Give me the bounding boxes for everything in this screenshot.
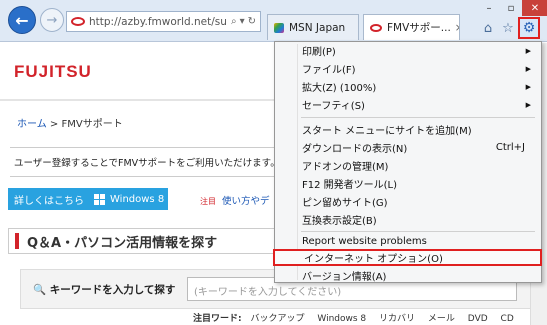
restore-button[interactable]: ▫ — [500, 0, 522, 16]
home-icon[interactable]: ⌂ — [480, 20, 496, 36]
submenu-arrow-icon: ▶ — [525, 46, 531, 55]
registration-notice: ユーザー登録することでFMVサポートをご利用いただけます。今 — [10, 147, 290, 177]
search-icon: 🔍 — [33, 284, 47, 296]
menu-item-pinned-sites[interactable]: ピン留めサイト(G) — [275, 193, 541, 210]
menu-item-internet-options[interactable]: インターネット オプション(O) — [273, 249, 542, 266]
keyword-link[interactable]: メール — [428, 314, 455, 324]
submenu-arrow-icon: ▶ — [525, 64, 531, 73]
close-window-button[interactable]: ✕ — [522, 0, 547, 16]
keyword-link[interactable]: リカバリ — [379, 314, 415, 324]
menu-separator — [301, 231, 535, 232]
back-arrow-icon: ← — [15, 10, 29, 30]
tip-link[interactable]: 注目 使い方やデ — [200, 193, 270, 207]
menu-item-compat-view[interactable]: 互換表示設定(B) — [275, 211, 541, 228]
submenu-arrow-icon: ▶ — [525, 82, 531, 91]
minimize-button[interactable]: – — [478, 0, 500, 16]
breadcrumb-current: FMVサポート — [61, 119, 123, 130]
fujitsu-logo[interactable]: FUJITSU — [14, 62, 92, 82]
banner-product: Windows 8 — [110, 193, 165, 205]
heading-accent — [15, 233, 19, 249]
site-icon — [71, 17, 85, 26]
address-bar[interactable]: http://azby.fmworld.net/sup ⌕ ▾ ↻ — [66, 11, 261, 32]
keyword-link[interactable]: バックアップ — [250, 314, 304, 324]
breadcrumb: ホーム > FMVサポート — [17, 115, 123, 130]
menu-item-file[interactable]: ファイル(F) ▶ — [275, 60, 541, 77]
forward-button[interactable]: → — [40, 8, 64, 32]
menu-item-print[interactable]: 印刷(P) ▶ — [275, 42, 541, 59]
breadcrumb-home-link[interactable]: ホーム — [17, 119, 47, 130]
window-controls: – ▫ ✕ — [478, 0, 547, 16]
keywords-label: 注目ワード: — [193, 314, 242, 324]
breadcrumb-separator: > — [49, 119, 59, 130]
keyword-link[interactable]: DVD — [468, 314, 488, 324]
search-label: 🔍 キーワードを入力して探す — [33, 284, 176, 296]
windows-logo-icon — [94, 193, 105, 205]
gear-icon[interactable]: ⚙ — [518, 17, 540, 39]
dropdown-icon[interactable]: ▾ — [240, 16, 245, 27]
site-icon — [370, 23, 382, 32]
menu-item-view-downloads[interactable]: ダウンロードの表示(N) Ctrl+J — [275, 139, 541, 156]
menu-separator — [301, 117, 535, 118]
menu-item-about[interactable]: バージョン情報(A) — [275, 267, 541, 284]
banner-label: 詳しくはこちら — [14, 195, 84, 207]
browser-toolbar: ← → http://azby.fmworld.net/sup ⌕ ▾ ↻ MS… — [0, 0, 547, 42]
tab-fmv-support[interactable]: FMVサポー... × — [363, 14, 460, 40]
menu-item-zoom[interactable]: 拡大(Z) (100%) ▶ — [275, 78, 541, 95]
submenu-arrow-icon: ▶ — [525, 100, 531, 109]
tip-tag: 注目 — [200, 197, 216, 206]
shortcut-label: Ctrl+J — [495, 142, 525, 153]
tools-menu: 印刷(P) ▶ ファイル(F) ▶ 拡大(Z) (100%) ▶ セーフティ(S) ▶ … — [273, 41, 542, 284]
msn-icon — [274, 22, 284, 33]
keyword-link[interactable]: CD — [501, 314, 514, 324]
tab-label: MSN Japan — [289, 21, 346, 34]
search-icon[interactable]: ⌕ — [231, 16, 237, 27]
back-button[interactable]: ← — [8, 6, 36, 34]
forward-arrow-icon: → — [46, 12, 58, 28]
favorites-star-icon[interactable]: ☆ — [500, 20, 516, 36]
tab-msn[interactable]: MSN Japan — [267, 14, 359, 40]
featured-keywords: 注目ワード: バックアップ Windows 8 リカバリ メール DVD CD — [193, 311, 524, 324]
menu-item-manage-addons[interactable]: アドオンの管理(M) — [275, 157, 541, 174]
qa-title: Q＆A・パソコン活用情報を探す — [27, 235, 218, 251]
menu-item-dev-tools[interactable]: F12 開発者ツール(L) — [275, 175, 541, 192]
keyword-link[interactable]: Windows 8 — [317, 314, 366, 324]
menu-item-add-to-start[interactable]: スタート メニューにサイトを追加(M) — [275, 121, 541, 138]
close-tab-icon[interactable]: × — [455, 22, 459, 34]
qa-section-heading: Q＆A・パソコン活用情報を探す — [8, 228, 298, 254]
tip-text: 使い方やデ — [222, 196, 270, 207]
windows8-banner[interactable]: 詳しくはこちら Windows 8 — [8, 188, 168, 210]
address-url[interactable]: http://azby.fmworld.net/sup — [89, 16, 227, 28]
refresh-icon[interactable]: ↻ — [248, 16, 256, 27]
menu-item-report-problems[interactable]: Report website problems — [275, 233, 541, 250]
tab-label: FMVサポー... — [387, 22, 451, 34]
menu-item-safety[interactable]: セーフティ(S) ▶ — [275, 96, 541, 113]
